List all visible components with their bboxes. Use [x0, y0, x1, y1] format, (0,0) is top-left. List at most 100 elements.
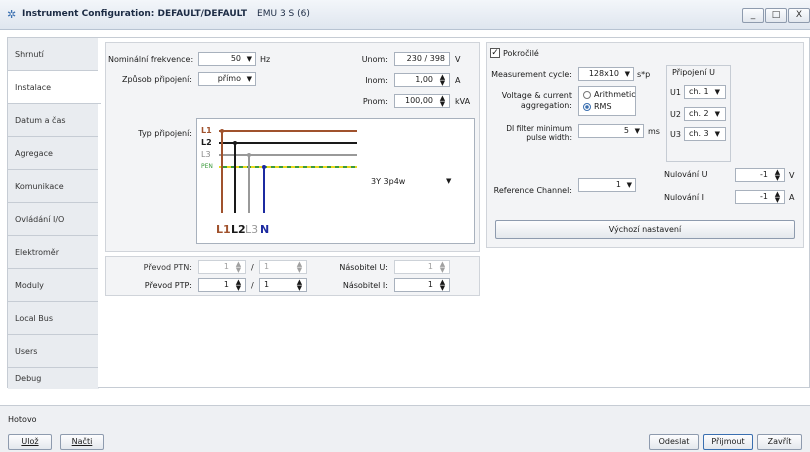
title-bar[interactable]: ✲ Instrument Configuration: DEFAULT/DEFA… [0, 0, 810, 30]
pnom-stepper[interactable]: 100,00 ▲ ▼ [394, 94, 450, 108]
wire-label-l2: L2 [201, 138, 212, 147]
unom-field[interactable]: 230 / 398 [394, 52, 450, 66]
measurement-cycle-label: Measurement cycle: [491, 70, 572, 79]
tab-debug[interactable]: Debug [8, 368, 99, 389]
window-subtitle: EMU 3 S (6) [257, 9, 310, 19]
tab-users[interactable]: Users [8, 335, 99, 368]
reference-channel-label: Reference Channel: [493, 186, 572, 195]
ptn-b-stepper[interactable]: 1 ▲ ▼ [259, 260, 307, 274]
measurement-cycle-select[interactable]: 128x10 ▼ [578, 67, 634, 81]
advanced-checkbox[interactable]: ✓ [490, 48, 500, 58]
ptp-slash: / [251, 281, 254, 290]
u3-label: U3 [670, 130, 681, 139]
inom-label: Inom: [365, 76, 388, 85]
unom-label: Unom: [361, 55, 388, 64]
spin-arrows-icon[interactable]: ▲ ▼ [439, 279, 446, 292]
advanced-checkbox-label: Pokročilé [503, 49, 539, 58]
tab-list: Shrnutí Instalace Datum a čas Agregace K… [7, 37, 101, 389]
ptp-a-stepper[interactable]: 1 ▲ ▼ [198, 278, 246, 292]
inom-stepper[interactable]: 1,00 ▲ ▼ [394, 73, 450, 87]
send-button[interactable]: Odeslat [649, 434, 699, 450]
u1-channel-select[interactable]: ch. 1 ▼ [684, 85, 726, 99]
reset-u-stepper[interactable]: -1 ▲ ▼ [735, 168, 785, 182]
chevron-down-icon: ▼ [624, 70, 630, 78]
spin-arrows-icon[interactable]: ▲ ▼ [235, 261, 242, 274]
maximize-button[interactable]: □ [765, 8, 787, 23]
di-filter-label-line1: DI filter minimum [506, 124, 572, 133]
tab-datum-a-cas[interactable]: Datum a čas [8, 104, 99, 137]
measurement-cycle-unit: s*p [637, 70, 651, 79]
u2-label: U2 [670, 110, 681, 119]
chevron-down-icon: ▼ [714, 88, 721, 96]
tab-komunikace[interactable]: Komunikace [8, 170, 99, 203]
tab-elektromer[interactable]: Elektroměr [8, 236, 99, 269]
di-filter-label-line2: pulse width: [526, 133, 572, 142]
u1-label: U1 [670, 88, 681, 97]
nominal-frequency-label: Nominální frekvence: [108, 55, 194, 64]
aggregation-radio-group: Arithmetic RMS [578, 86, 636, 116]
close-button[interactable]: Zavřít [757, 434, 802, 450]
window-title: Instrument Configuration: DEFAULT/DEFAUL… [22, 9, 310, 19]
tab-moduly[interactable]: Moduly [8, 269, 99, 302]
spin-arrows-icon[interactable]: ▲ ▼ [774, 169, 781, 182]
aggregation-label-line1: Voltage & current [501, 91, 572, 100]
terminal-label-l3: L3 [245, 223, 259, 236]
spin-arrows-icon[interactable]: ▲ ▼ [296, 279, 303, 292]
defaults-button[interactable]: Výchozí nastavení [495, 220, 795, 239]
tab-shrnuti[interactable]: Shrnutí [8, 38, 99, 71]
connection-type-select[interactable]: L1 L2 L3 PEN L1 L2 L3 N 3Y 3p4w ▼ [196, 118, 475, 244]
connection-type-label: Typ připojení: [138, 129, 192, 138]
di-filter-select[interactable]: 5 ▼ [578, 124, 644, 138]
spin-arrows-icon[interactable]: ▲ ▼ [774, 191, 781, 204]
radio-rms[interactable] [583, 103, 591, 111]
nominal-frequency-unit: Hz [260, 55, 271, 64]
tab-instalace[interactable]: Instalace [8, 71, 101, 104]
reset-i-stepper[interactable]: -1 ▲ ▼ [735, 190, 785, 204]
tab-agregace[interactable]: Agregace [8, 137, 99, 170]
load-button[interactable]: Načti [60, 434, 104, 450]
unom-unit: V [455, 55, 461, 64]
minimize-button[interactable]: _ [742, 8, 764, 23]
app-icon: ✲ [7, 8, 17, 21]
radio-arithmetic[interactable] [583, 91, 591, 99]
chevron-down-icon: ▼ [714, 110, 721, 118]
wire-label-l3: L3 [201, 150, 211, 159]
spin-arrows-icon[interactable]: ▲ ▼ [439, 95, 446, 108]
u2-channel-select[interactable]: ch. 2 ▼ [684, 107, 726, 121]
reference-channel-select[interactable]: 1 ▼ [578, 178, 636, 192]
spin-arrows-icon[interactable]: ▲ ▼ [296, 261, 303, 274]
reset-i-unit: A [789, 193, 795, 202]
spin-arrows-icon[interactable]: ▲ ▼ [439, 261, 446, 274]
mult-i-label: Násobitel I: [342, 281, 388, 290]
spin-arrows-icon[interactable]: ▲ ▼ [235, 279, 242, 292]
nominal-frequency-select[interactable]: 50 ▼ [198, 52, 256, 66]
connection-method-select[interactable]: přímo ▼ [198, 72, 256, 86]
tab-local-bus[interactable]: Local Bus [8, 302, 99, 335]
connection-type-value: 3Y 3p4w [371, 177, 406, 186]
chevron-down-icon: ▼ [714, 130, 721, 138]
radio-rms-label: RMS [594, 102, 612, 111]
accept-button[interactable]: Přijmout [703, 434, 753, 450]
mult-u-label: Násobitel U: [339, 263, 388, 272]
radio-arithmetic-label: Arithmetic [594, 90, 636, 99]
tab-ovladani-io[interactable]: Ovládání I/O [8, 203, 99, 236]
spin-arrows-icon[interactable]: ▲ ▼ [439, 74, 446, 87]
chevron-down-icon: ▼ [626, 181, 632, 189]
aggregation-label-line2: aggregation: [520, 101, 572, 110]
ptn-a-stepper[interactable]: 1 ▲ ▼ [198, 260, 246, 274]
mult-u-stepper[interactable]: 1 ▲ ▼ [394, 260, 450, 274]
chevron-down-icon: ▼ [446, 177, 452, 185]
ptp-label: Převod PTP: [144, 281, 192, 290]
wire-label-pen: PEN [201, 163, 213, 170]
pnom-label: Pnom: [362, 97, 388, 106]
terminal-label-l1: L1 [216, 223, 231, 236]
ptn-slash: / [251, 263, 254, 272]
save-button[interactable]: Ulož [8, 434, 52, 450]
ptp-b-stepper[interactable]: 1 ▲ ▼ [259, 278, 307, 292]
close-window-button[interactable]: X [788, 8, 810, 23]
chevron-down-icon: ▼ [634, 127, 640, 135]
inom-unit: A [455, 76, 461, 85]
mult-i-stepper[interactable]: 1 ▲ ▼ [394, 278, 450, 292]
u3-channel-select[interactable]: ch. 3 ▼ [684, 127, 726, 141]
status-text: Hotovo [8, 415, 37, 424]
